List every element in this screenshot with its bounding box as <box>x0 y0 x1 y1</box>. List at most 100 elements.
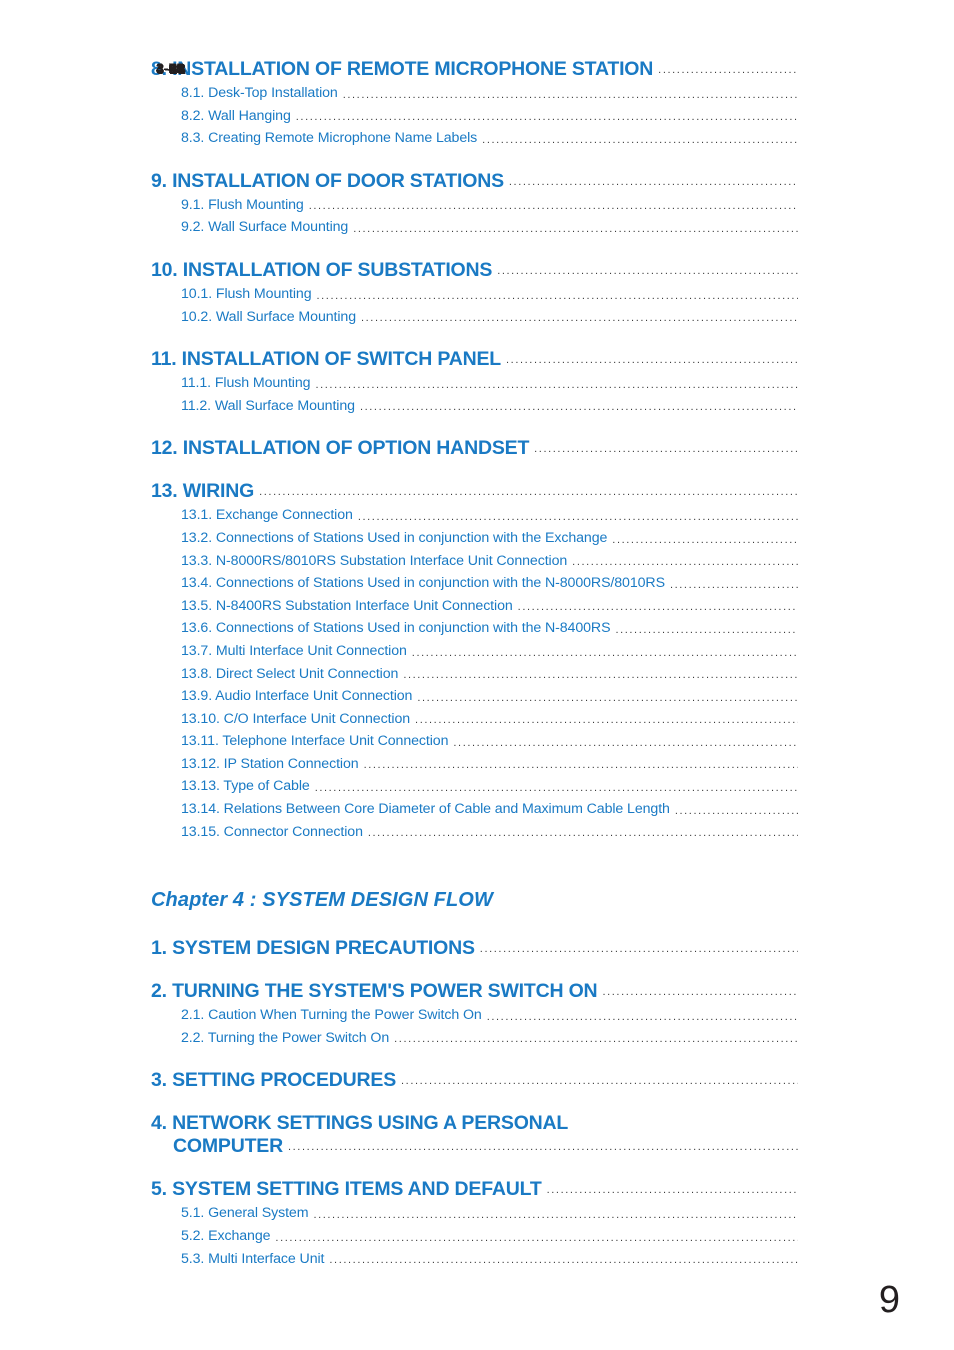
toc-entry-level-1[interactable]: 2. TURNING THE SYSTEM'S POWER SWITCH ON.… <box>151 61 803 1003</box>
toc-entry-title: 11. INSTALLATION OF SWITCH PANEL <box>151 348 502 371</box>
toc-entry-level-2[interactable]: 13.1. Exchange Connection...............… <box>151 60 803 527</box>
toc-entry-title: 5.1. General System <box>181 1205 309 1222</box>
toc-entry-title: 10.1. Flush Mounting <box>181 285 312 302</box>
toc-entry-level-2[interactable]: 13.14. Relations Between Core Diameter o… <box>151 60 803 821</box>
toc-entry-level-2[interactable]: 8.3. Creating Remote Microphone Name Lab… <box>151 60 803 150</box>
toc-entry-title: 13.6. Connections of Stations Used in co… <box>181 620 611 637</box>
toc-entry-title: 13.13. Type of Cable <box>181 778 310 795</box>
toc-entry-level-2[interactable]: 13.6. Connections of Stations Used in co… <box>151 60 803 640</box>
toc-entry-title: 10. INSTALLATION OF SUBSTATIONS <box>151 258 493 281</box>
toc-entry-level-2[interactable]: 13.7. Multi Interface Unit Connection...… <box>151 60 803 663</box>
toc-entry-level-1[interactable]: 1. SYSTEM DESIGN PRECAUTIONS............… <box>151 61 803 960</box>
toc-entry-title: 9. INSTALLATION OF DOOR STATIONS <box>151 169 504 192</box>
toc-entry-level-2[interactable]: 11.1. Flush Mounting....................… <box>151 60 803 395</box>
dot-leader: ........................................… <box>259 487 798 499</box>
dot-leader: ........................................… <box>482 134 798 146</box>
toc-entry-level-2[interactable]: 11.2. Wall Surface Mounting.............… <box>151 60 803 418</box>
toc-entry-level-2[interactable]: 5.3. Multi Interface Unit...............… <box>151 60 803 1271</box>
toc-entry-level-2[interactable]: 5.2. Exchange...........................… <box>151 60 803 1248</box>
dot-leader: ........................................… <box>415 715 798 727</box>
toc-entry-level-1[interactable]: 8. INSTALLATION OF REMOTE MICROPHONE STA… <box>151 58 803 81</box>
toc-entry-title: 13.11. Telephone Interface Unit Connecti… <box>181 733 449 750</box>
dot-leader: ........................................… <box>401 1076 798 1088</box>
dot-leader: ........................................… <box>669 579 798 591</box>
dot-leader: ........................................… <box>308 201 798 213</box>
toc-entry-title: 9.2. Wall Surface Mounting <box>181 219 349 236</box>
toc-page: 8. INSTALLATION OF REMOTE MICROPHONE STA… <box>0 0 954 1350</box>
toc-entry-title: 13.14. Relations Between Core Diameter o… <box>181 801 670 818</box>
toc-entry-level-2[interactable]: 2.1. Caution When Turning the Power Swit… <box>151 60 803 1027</box>
dot-leader: ........................................… <box>453 737 798 749</box>
table-of-contents: 8. INSTALLATION OF REMOTE MICROPHONE STA… <box>151 58 803 1270</box>
toc-entry-level-1[interactable]: 4. NETWORK SETTINGS USING A PERSONAL COMP… <box>151 61 803 1158</box>
toc-entry-title: 10.2. Wall Surface Mounting <box>181 308 356 325</box>
toc-entry-title: 13.8. Direct Select Unit Connection <box>181 665 399 682</box>
toc-entry-level-2[interactable]: 9.2. Wall Surface Mounting..............… <box>151 60 803 239</box>
toc-entry-title: 5. SYSTEM SETTING ITEMS AND DEFAULT <box>151 1178 542 1201</box>
dot-leader: ........................................… <box>403 670 798 682</box>
chapter-heading: Chapter 4 : SYSTEM DESIGN FLOW <box>151 889 493 912</box>
toc-entry-title: 2.1. Caution When Turning the Power Swit… <box>181 1007 482 1024</box>
toc-entry-title: 8.2. Wall Hanging <box>181 107 291 124</box>
toc-entry-level-2[interactable]: 13.10. C/O Interface Unit Connection....… <box>151 60 803 731</box>
toc-entry-level-2[interactable]: 13.5. N-8400RS Substation Interface Unit… <box>151 60 803 618</box>
dot-leader: ........................................… <box>357 511 798 523</box>
toc-entry-title: 5.3. Multi Interface Unit <box>181 1250 325 1267</box>
dot-leader: ........................................… <box>417 692 798 704</box>
dot-leader: ........................................… <box>674 805 798 817</box>
dot-leader: ........................................… <box>342 89 798 101</box>
toc-entry-title: 5.2. Exchange <box>181 1228 271 1245</box>
toc-entry-level-2[interactable]: 13.13. Type of Cable....................… <box>151 60 803 798</box>
toc-entry-title: 12. INSTALLATION OF OPTION HANDSET <box>151 437 530 460</box>
toc-entry-title: 8.1. Desk-Top Installation <box>181 85 338 101</box>
toc-entry-level-2[interactable]: 13.3. N-8000RS/8010RS Substation Interfa… <box>151 60 803 573</box>
toc-entry-title: 13.4. Connections of Stations Used in co… <box>181 575 665 592</box>
dot-leader: ........................................… <box>367 828 798 840</box>
toc-entry-level-2[interactable]: 9.1. Flush Mounting.....................… <box>151 60 803 217</box>
toc-entry-level-2[interactable]: 5.1. General System.....................… <box>151 60 803 1225</box>
toc-entry-level-1[interactable]: 3. SETTING PROCEDURES...................… <box>151 61 803 1092</box>
dot-leader: ........................................… <box>314 783 798 795</box>
toc-entry-level-2[interactable]: 10.1. Flush Mounting....................… <box>151 60 803 306</box>
dot-leader: ........................................… <box>486 1011 798 1023</box>
dot-leader: ........................................… <box>359 402 798 414</box>
toc-entry-title: 13.15. Connector Connection <box>181 823 363 840</box>
toc-entry-level-2[interactable]: 10.2. Wall Surface Mounting.............… <box>151 60 803 329</box>
toc-entry-level-2[interactable]: 13.15. Connector Connection.............… <box>151 60 803 844</box>
toc-entry-level-2[interactable]: 13.2. Connections of Stations Used in co… <box>151 60 803 550</box>
toc-entry-title: 2.2. Turning the Power Switch On <box>181 1029 390 1046</box>
toc-entry-level-2[interactable]: 2.2. Turning the Power Switch On........… <box>151 60 803 1050</box>
dot-leader: ........................................… <box>353 223 798 235</box>
toc-entry-level-2[interactable]: 8.2. Wall Hanging.......................… <box>151 60 803 128</box>
toc-entry-level-2[interactable]: 13.9. Audio Interface Unit Connection...… <box>151 60 803 708</box>
dot-leader: ........................................… <box>411 647 798 659</box>
dot-leader: ........................................… <box>546 1185 798 1197</box>
dot-leader: ........................................… <box>612 534 798 546</box>
toc-entry-title: 11.1. Flush Mounting <box>181 375 311 392</box>
page-number: 9 <box>878 1279 900 1321</box>
toc-entry-level-2[interactable]: 13.12. IP Station Connection............… <box>151 60 803 776</box>
toc-entry-level-1[interactable]: 12. INSTALLATION OF OPTION HANDSET......… <box>151 61 803 460</box>
toc-entry-level-2[interactable]: 13.8. Direct Select Unit Connection.....… <box>151 60 803 686</box>
toc-entry-title: 13.7. Multi Interface Unit Connection <box>181 642 407 659</box>
toc-entry-level-2[interactable]: 8.1. Desk-Top Installation..............… <box>151 60 803 105</box>
toc-entry-level-1[interactable]: 13. WIRING..............................… <box>151 61 803 503</box>
dot-leader: ........................................… <box>363 760 798 772</box>
toc-entry-title: 13.12. IP Station Connection <box>181 755 359 772</box>
toc-entry-title: 13.10. C/O Interface Unit Connection <box>181 710 411 727</box>
toc-entry-level-1[interactable]: 9. INSTALLATION OF DOOR STATIONS........… <box>151 61 803 193</box>
toc-entry-title: 13.9. Audio Interface Unit Connection <box>181 688 413 705</box>
toc-entry-title: 9.1. Flush Mounting <box>181 196 304 213</box>
toc-entry-level-2[interactable]: 13.11. Telephone Interface Unit Connecti… <box>151 60 803 753</box>
toc-entry-title-continued-line: COMPUTER................................… <box>151 61 803 1158</box>
toc-entry-title: 11.2. Wall Surface Mounting <box>181 397 355 414</box>
toc-entry-level-1[interactable]: 10. INSTALLATION OF SUBSTATIONS.........… <box>151 61 803 282</box>
dot-leader: ........................................… <box>534 444 798 456</box>
toc-entry-title: 13.3. N-8000RS/8010RS Substation Interfa… <box>181 552 568 569</box>
toc-entry-level-1[interactable]: 5. SYSTEM SETTING ITEMS AND DEFAULT.....… <box>151 61 803 1201</box>
toc-entry-title: 8. INSTALLATION OF REMOTE MICROPHONE STA… <box>151 58 654 80</box>
toc-entry-level-1[interactable]: 11. INSTALLATION OF SWITCH PANEL........… <box>151 61 803 371</box>
toc-entry-level-2[interactable]: 13.4. Connections of Stations Used in co… <box>151 60 803 595</box>
dot-leader: ........................................… <box>658 65 798 76</box>
dot-leader: ........................................… <box>517 602 798 614</box>
